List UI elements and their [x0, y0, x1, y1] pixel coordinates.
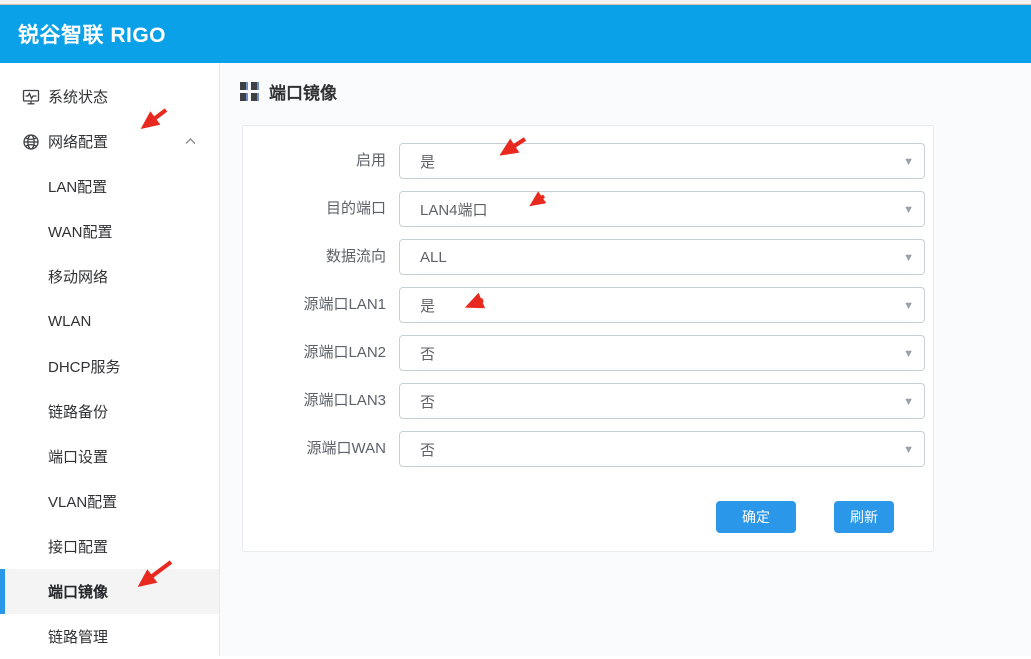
field-label: 目的端口 [243, 191, 386, 227]
field-label: 源端口LAN1 [243, 287, 386, 323]
chevron-down-icon: ▼ [903, 288, 914, 324]
sidebar-item-mobile-network[interactable]: 移动网络 [0, 254, 219, 299]
sidebar-item-dhcp-service[interactable]: DHCP服务 [0, 344, 219, 389]
destination-port-select[interactable]: LAN4端口 ▼ [399, 191, 925, 227]
field-label: 启用 [243, 143, 386, 179]
data-direction-select[interactable]: ALL ▼ [399, 239, 925, 275]
refresh-button[interactable]: 刷新 [834, 501, 894, 533]
sidebar-item-vlan-config[interactable]: VLAN配置 [0, 479, 219, 524]
page-title-row: 端口镜像 [240, 79, 337, 104]
chevron-down-icon: ▼ [903, 432, 914, 468]
field-label: 源端口WAN [243, 431, 386, 467]
sidebar-item-port-settings[interactable]: 端口设置 [0, 434, 219, 479]
app-header: 锐谷智联 RIGO [0, 5, 1031, 63]
confirm-button[interactable]: 确定 [716, 501, 796, 533]
sidebar-item-link-management[interactable]: 链路管理 [0, 614, 219, 659]
enable-select[interactable]: 是 ▼ [399, 143, 925, 179]
sidebar-item-link-backup[interactable]: 链路备份 [0, 389, 219, 434]
source-lan3-select[interactable]: 否 ▼ [399, 383, 925, 419]
sidebar-item-lan-config[interactable]: LAN配置 [0, 164, 219, 209]
globe-icon [22, 133, 48, 151]
source-lan2-select[interactable]: 否 ▼ [399, 335, 925, 371]
sidebar-item-port-mirroring[interactable]: 端口镜像 [0, 569, 219, 614]
form-row-source-lan1: 源端口LAN1 是 ▼ [243, 287, 933, 323]
field-label: 源端口LAN3 [243, 383, 386, 419]
sidebar-item-label: 系统状态 [48, 86, 219, 107]
form-row-source-lan2: 源端口LAN2 否 ▼ [243, 335, 933, 371]
field-label: 数据流向 [243, 239, 386, 275]
form-row-destination-port: 目的端口 LAN4端口 ▼ [243, 191, 933, 227]
chevron-down-icon: ▼ [903, 336, 914, 372]
sidebar-item-wan-config[interactable]: WAN配置 [0, 209, 219, 254]
grid-icon [240, 82, 259, 101]
form-row-source-lan3: 源端口LAN3 否 ▼ [243, 383, 933, 419]
sidebar-item-label: 网络配置 [48, 131, 184, 152]
chevron-down-icon: ▼ [903, 240, 914, 276]
sidebar-item-interface-config[interactable]: 接口配置 [0, 524, 219, 569]
main-content: 端口镜像 启用 是 ▼ 目的端口 LAN4端口 ▼ 数据流向 ALL ▼ 源端口 [220, 63, 1031, 656]
brand-title: 锐谷智联 RIGO [0, 19, 166, 49]
form-row-data-direction: 数据流向 ALL ▼ [243, 239, 933, 275]
sidebar-item-system-status[interactable]: 系统状态 [0, 74, 219, 119]
source-lan1-select[interactable]: 是 ▼ [399, 287, 925, 323]
chevron-down-icon: ▼ [903, 384, 914, 420]
chevron-down-icon: ▼ [903, 192, 914, 228]
sidebar: 系统状态 网络配置 LAN配置 WAN配置 移动网络 WLAN DHCP服务 链… [0, 63, 220, 656]
sidebar-item-wlan[interactable]: WLAN [0, 299, 219, 344]
page-title: 端口镜像 [269, 79, 337, 104]
form-row-source-wan: 源端口WAN 否 ▼ [243, 431, 933, 467]
chevron-down-icon: ▼ [903, 144, 914, 180]
sidebar-item-network-config[interactable]: 网络配置 [0, 119, 219, 164]
field-label: 源端口LAN2 [243, 335, 386, 371]
source-wan-select[interactable]: 否 ▼ [399, 431, 925, 467]
form-row-enable: 启用 是 ▼ [243, 143, 933, 179]
monitor-icon [22, 88, 48, 106]
port-mirroring-form-panel: 启用 是 ▼ 目的端口 LAN4端口 ▼ 数据流向 ALL ▼ 源端口LAN1 … [242, 125, 934, 552]
chevron-up-icon[interactable] [184, 137, 197, 146]
